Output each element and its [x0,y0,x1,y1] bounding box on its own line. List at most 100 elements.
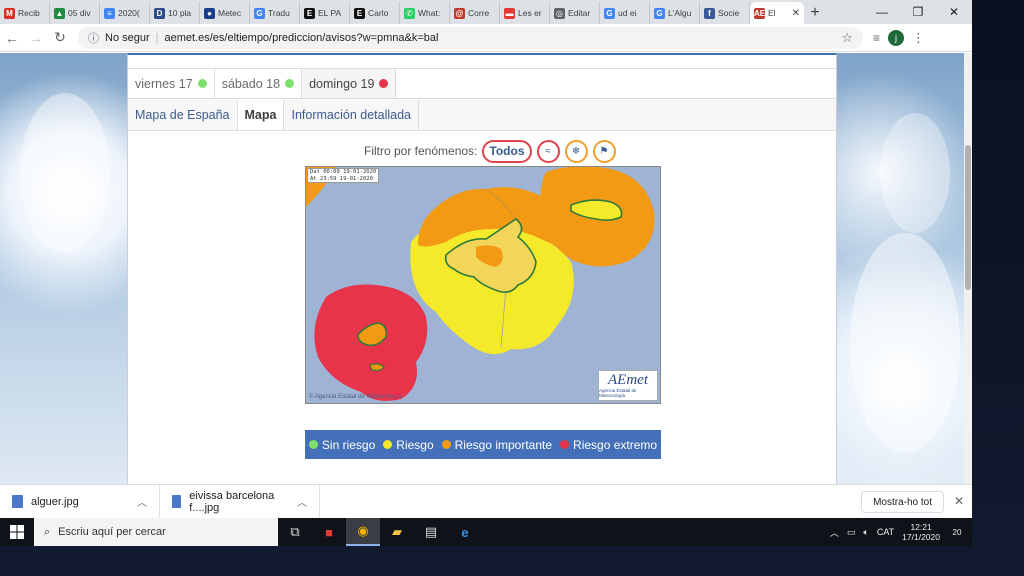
browser-tab[interactable]: G Tradu [250,2,300,24]
day-tab-viernes[interactable]: viernes 17 [128,69,215,98]
browser-tab-label: 05 div [68,8,91,18]
edge-icon[interactable]: e [448,518,482,546]
profile-avatar[interactable]: j [888,29,905,46]
browser-tab[interactable]: E EL PA [300,2,350,24]
gmail-icon: M [4,7,15,19]
browser-tab[interactable]: ▬ Les er [500,2,550,24]
whatsapp-icon: ✆ [404,7,415,19]
day-tab-label: sábado 18 [221,76,281,91]
docs-icon: ≡ [104,7,115,19]
close-downloads-icon[interactable]: ✕ [954,494,964,508]
start-button[interactable] [0,518,34,546]
browser-tab[interactable]: ◎ Editar [550,2,600,24]
clock-time: 12:21 [910,522,932,532]
browser-tab-label: Corre [468,8,490,18]
battery-icon[interactable]: ▭ [847,527,856,538]
download-item[interactable]: alguer.jpg ︿ [0,484,160,519]
windows-logo-icon [10,525,24,539]
browser-tab[interactable]: G L'Algu [650,2,700,24]
close-tab-icon[interactable]: ✕ [792,8,800,19]
taskbar-search[interactable]: ⌕ Escriu aquí per cercar [34,518,278,546]
aemet-logo: AEmet Agencia Estatal de Meteorología [598,370,658,401]
new-tab-button[interactable]: + [804,2,826,24]
minimize-icon[interactable]: — [864,0,900,24]
show-all-downloads-button[interactable]: Mostra-ho tot [861,491,944,513]
browser-tab[interactable]: D 10 pla [150,2,200,24]
info-icon[interactable]: ⓘ [88,30,99,46]
tab-mapa[interactable]: Mapa [237,100,285,130]
reload-icon[interactable]: ↻ [48,26,72,50]
browser-tab-label: Recib [18,8,40,18]
clock[interactable]: 12:21 17/1/2020 [902,522,940,542]
weather-icon: ● [204,7,215,19]
snow-icon[interactable]: ❄ [564,139,588,163]
legend-label: Riesgo extremo [573,437,658,452]
scrollbar-thumb[interactable] [965,145,971,290]
browser-tab[interactable]: M Recib [0,2,50,24]
browser-tab-label: L'Algu [668,8,692,18]
bookmark-star-icon[interactable]: ☆ [841,30,853,46]
chrome-icon[interactable]: ◉ [346,518,380,546]
legend-label: Riesgo [396,437,434,452]
image-file-icon [12,495,23,508]
app-red-box-icon[interactable]: ■ [312,518,346,546]
chevron-up-icon[interactable]: ︿ [137,494,147,509]
restore-icon[interactable]: ❐ [900,0,936,24]
browser-tab[interactable]: ▲ 05 div [50,2,100,24]
address-bar[interactable]: ⓘ No segur | aemet.es/es/eltiempo/predic… [78,26,863,49]
volume-icon[interactable]: 🔈︎ [863,527,868,538]
language-indicator[interactable]: CAT [877,527,894,537]
page-viewport: viernes 17 sábado 18 domingo 19 Mapa de … [0,53,972,484]
tab-mapa-espana[interactable]: Mapa de España [128,100,238,130]
google-icon: G [654,7,665,19]
day-tab-domingo[interactable]: domingo 19 [302,69,397,98]
browser-tab-label: 2020( [118,8,140,18]
notifications-count: 20 [952,527,962,537]
browser-tab[interactable]: ● Metec [200,2,250,24]
chevron-up-tray-icon[interactable]: ︿ [830,526,839,539]
map-drawing [306,167,655,401]
warnings-map[interactable]: Dat 00:00 19-01-2020 At 23:59 19-01-2020… [305,166,661,404]
download-item[interactable]: eivissa barcelona f....jpg ︿ [160,484,320,519]
browser-tab[interactable]: f Socie [700,2,750,24]
day-tab-sabado[interactable]: sábado 18 [215,69,303,98]
image-file-icon [172,495,182,508]
legend-dot [308,440,318,449]
tab-informacion-detallada[interactable]: Información detallada [284,100,419,130]
legend-item-riesgo-extremo: Riesgo extremo [560,438,657,452]
browser-tab-label: Socie [718,8,740,18]
notifications-icon[interactable]: 20 [948,523,966,541]
legend-label: Riesgo importante [454,437,553,452]
day-tabs: viernes 17 sábado 18 domingo 19 [128,68,836,99]
clock-date: 17/1/2020 [902,532,940,542]
legend-dot [383,440,393,449]
browser-tab[interactable]: AE El ✕ [750,2,804,24]
page-scrollbar[interactable] [964,53,972,484]
notepad-icon[interactable]: ▤ [414,518,448,546]
browser-tab[interactable]: ✆ What: [400,2,450,24]
menu-kebab-icon[interactable]: ⋮ [912,30,925,46]
close-window-icon[interactable]: ✕ [936,0,972,24]
aemet-icon: AE [753,7,766,19]
chevron-up-icon[interactable]: ︿ [297,494,307,509]
file-explorer-icon[interactable]: ▰ [380,518,414,546]
map-date-end: At 23:59 19-01-2020 [310,175,373,182]
filter-all-button[interactable]: Todos [482,139,532,163]
wind-icon[interactable]: ⚑ [592,139,616,163]
browser-tab-label: Editar [568,8,591,18]
coastal-icon[interactable]: ≈ [536,139,560,163]
browser-tab[interactable]: ≡ 2020( [100,2,150,24]
back-icon[interactable]: ← [0,26,24,50]
task-view-icon[interactable]: ⧉ [278,518,312,546]
browser-tab[interactable]: E Carlo [350,2,400,24]
cast-icon[interactable]: ≡ [873,31,880,45]
windows-taskbar: ⌕ Escriu aquí per cercar ⧉ ■ ◉ ▰ ▤ e ︿ ▭… [0,518,972,546]
browser-tab[interactable]: Gud ei [600,2,650,24]
forward-icon[interactable]: → [24,26,48,50]
frost-tree-right-top [880,113,950,233]
aemet-logo-subtitle: Agencia Estatal de Meteorología [599,388,637,398]
browser-tab-label: ud ei [618,8,637,18]
browser-tab-label: Carlo [368,8,389,18]
window-controls: — ❐ ✕ [864,0,972,24]
browser-tab[interactable]: @ Corre [450,2,500,24]
